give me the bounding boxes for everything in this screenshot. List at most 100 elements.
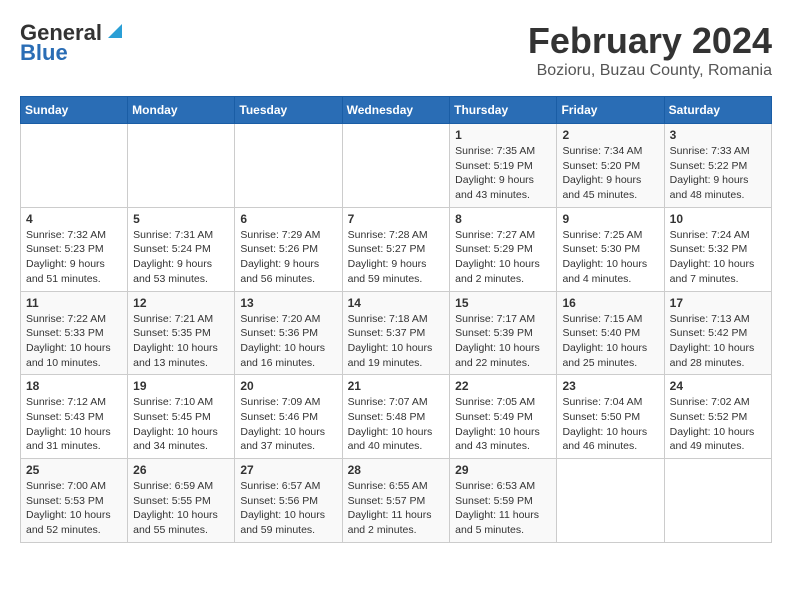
calendar-cell: 27 Sunrise: 6:57 AMSunset: 5:56 PMDayligh… xyxy=(235,459,342,543)
calendar-cell xyxy=(235,124,342,208)
calendar-cell: 17 Sunrise: 7:13 AMSunset: 5:42 PMDayligh… xyxy=(664,291,771,375)
calendar-week-row: 25 Sunrise: 7:00 AMSunset: 5:53 PMDayligh… xyxy=(21,459,772,543)
day-info: Sunrise: 7:09 AMSunset: 5:46 PMDaylight:… xyxy=(240,395,336,454)
calendar-cell: 29Sunrise: 6:53 AMSunset: 5:59 PMDayligh… xyxy=(450,459,557,543)
day-number: 25 xyxy=(26,463,122,477)
day-number: 15 xyxy=(455,296,551,310)
day-info: Sunrise: 7:29 AMSunset: 5:26 PMDaylight:… xyxy=(240,228,336,287)
day-number: 29 xyxy=(455,463,551,477)
calendar-cell xyxy=(21,124,128,208)
weekday-row: SundayMondayTuesdayWednesdayThursdayFrid… xyxy=(21,97,772,124)
day-number: 28 xyxy=(348,463,445,477)
day-number: 4 xyxy=(26,212,122,226)
day-number: 7 xyxy=(348,212,445,226)
day-info: Sunrise: 7:10 AMSunset: 5:45 PMDaylight:… xyxy=(133,395,229,454)
day-info: Sunrise: 7:22 AMSunset: 5:33 PMDaylight:… xyxy=(26,312,122,371)
calendar-cell: 12Sunrise: 7:21 AMSunset: 5:35 PMDayligh… xyxy=(128,291,235,375)
day-number: 2 xyxy=(562,128,658,142)
day-number: 14 xyxy=(348,296,445,310)
calendar-cell: 20 Sunrise: 7:09 AMSunset: 5:46 PMDayligh… xyxy=(235,375,342,459)
day-number: 1 xyxy=(455,128,551,142)
day-number: 13 xyxy=(240,296,336,310)
day-number: 23 xyxy=(562,379,658,393)
day-info: Sunrise: 7:07 AMSunset: 5:48 PMDaylight:… xyxy=(348,395,445,454)
weekday-header: Wednesday xyxy=(342,97,450,124)
calendar-cell: 6 Sunrise: 7:29 AMSunset: 5:26 PMDaylight… xyxy=(235,207,342,291)
day-number: 6 xyxy=(240,212,336,226)
day-info: Sunrise: 7:17 AMSunset: 5:39 PMDaylight:… xyxy=(455,312,551,371)
day-number: 19 xyxy=(133,379,229,393)
day-info: Sunrise: 7:27 AMSunset: 5:29 PMDaylight:… xyxy=(455,228,551,287)
day-info: Sunrise: 7:15 AMSunset: 5:40 PMDaylight:… xyxy=(562,312,658,371)
page-header: General Blue February 2024 Bozioru, Buza… xyxy=(20,20,772,80)
calendar-cell: 7 Sunrise: 7:28 AMSunset: 5:27 PMDaylight… xyxy=(342,207,450,291)
day-info: Sunrise: 7:34 AMSunset: 5:20 PMDaylight:… xyxy=(562,144,658,203)
calendar-week-row: 11 Sunrise: 7:22 AMSunset: 5:33 PMDayligh… xyxy=(21,291,772,375)
day-info: Sunrise: 7:04 AMSunset: 5:50 PMDaylight:… xyxy=(562,395,658,454)
day-number: 16 xyxy=(562,296,658,310)
day-number: 24 xyxy=(670,379,766,393)
calendar-cell: 18Sunrise: 7:12 AMSunset: 5:43 PMDayligh… xyxy=(21,375,128,459)
weekday-header: Saturday xyxy=(664,97,771,124)
calendar-cell: 10 Sunrise: 7:24 AMSunset: 5:32 PMDayligh… xyxy=(664,207,771,291)
day-number: 27 xyxy=(240,463,336,477)
day-number: 9 xyxy=(562,212,658,226)
day-info: Sunrise: 6:59 AMSunset: 5:55 PMDaylight:… xyxy=(133,479,229,538)
day-info: Sunrise: 7:05 AMSunset: 5:49 PMDaylight:… xyxy=(455,395,551,454)
logo-arrow-icon xyxy=(104,20,126,42)
day-info: Sunrise: 7:25 AMSunset: 5:30 PMDaylight:… xyxy=(562,228,658,287)
day-info: Sunrise: 7:24 AMSunset: 5:32 PMDaylight:… xyxy=(670,228,766,287)
calendar-cell: 11 Sunrise: 7:22 AMSunset: 5:33 PMDayligh… xyxy=(21,291,128,375)
day-info: Sunrise: 7:35 AMSunset: 5:19 PMDaylight:… xyxy=(455,144,551,203)
day-info: Sunrise: 7:18 AMSunset: 5:37 PMDaylight:… xyxy=(348,312,445,371)
day-number: 21 xyxy=(348,379,445,393)
day-info: Sunrise: 6:57 AMSunset: 5:56 PMDaylight:… xyxy=(240,479,336,538)
title-block: February 2024 Bozioru, Buzau County, Rom… xyxy=(528,20,772,80)
day-number: 10 xyxy=(670,212,766,226)
day-info: Sunrise: 7:13 AMSunset: 5:42 PMDaylight:… xyxy=(670,312,766,371)
calendar-cell: 25 Sunrise: 7:00 AMSunset: 5:53 PMDayligh… xyxy=(21,459,128,543)
calendar-cell: 8 Sunrise: 7:27 AMSunset: 5:29 PMDaylight… xyxy=(450,207,557,291)
day-info: Sunrise: 7:02 AMSunset: 5:52 PMDaylight:… xyxy=(670,395,766,454)
calendar-cell: 9 Sunrise: 7:25 AMSunset: 5:30 PMDaylight… xyxy=(557,207,664,291)
day-info: Sunrise: 6:55 AMSunset: 5:57 PMDaylight:… xyxy=(348,479,445,538)
logo-blue: Blue xyxy=(20,40,68,66)
day-number: 8 xyxy=(455,212,551,226)
calendar-cell: 19 Sunrise: 7:10 AMSunset: 5:45 PMDayligh… xyxy=(128,375,235,459)
calendar-week-row: 18Sunrise: 7:12 AMSunset: 5:43 PMDayligh… xyxy=(21,375,772,459)
day-info: Sunrise: 7:31 AMSunset: 5:24 PMDaylight:… xyxy=(133,228,229,287)
weekday-header: Thursday xyxy=(450,97,557,124)
day-number: 3 xyxy=(670,128,766,142)
day-number: 17 xyxy=(670,296,766,310)
calendar-header: SundayMondayTuesdayWednesdayThursdayFrid… xyxy=(21,97,772,124)
calendar-cell: 4 Sunrise: 7:32 AMSunset: 5:23 PMDaylight… xyxy=(21,207,128,291)
day-number: 12 xyxy=(133,296,229,310)
calendar-cell: 1 Sunrise: 7:35 AMSunset: 5:19 PMDaylight… xyxy=(450,124,557,208)
calendar-cell: 21 Sunrise: 7:07 AMSunset: 5:48 PMDayligh… xyxy=(342,375,450,459)
day-info: Sunrise: 7:28 AMSunset: 5:27 PMDaylight:… xyxy=(348,228,445,287)
calendar-cell: 13Sunrise: 7:20 AMSunset: 5:36 PMDayligh… xyxy=(235,291,342,375)
weekday-header: Monday xyxy=(128,97,235,124)
day-number: 26 xyxy=(133,463,229,477)
day-number: 11 xyxy=(26,296,122,310)
day-info: Sunrise: 7:00 AMSunset: 5:53 PMDaylight:… xyxy=(26,479,122,538)
calendar-cell: 24 Sunrise: 7:02 AMSunset: 5:52 PMDayligh… xyxy=(664,375,771,459)
calendar-body: 1 Sunrise: 7:35 AMSunset: 5:19 PMDaylight… xyxy=(21,124,772,543)
calendar-week-row: 1 Sunrise: 7:35 AMSunset: 5:19 PMDaylight… xyxy=(21,124,772,208)
calendar-cell: 14 Sunrise: 7:18 AMSunset: 5:37 PMDayligh… xyxy=(342,291,450,375)
calendar-cell: 15 Sunrise: 7:17 AMSunset: 5:39 PMDayligh… xyxy=(450,291,557,375)
weekday-header: Tuesday xyxy=(235,97,342,124)
calendar-cell: 23 Sunrise: 7:04 AMSunset: 5:50 PMDayligh… xyxy=(557,375,664,459)
calendar-cell: 16 Sunrise: 7:15 AMSunset: 5:40 PMDayligh… xyxy=(557,291,664,375)
calendar-cell: 28 Sunrise: 6:55 AMSunset: 5:57 PMDayligh… xyxy=(342,459,450,543)
day-number: 18 xyxy=(26,379,122,393)
calendar-cell: 5 Sunrise: 7:31 AMSunset: 5:24 PMDaylight… xyxy=(128,207,235,291)
day-info: Sunrise: 7:32 AMSunset: 5:23 PMDaylight:… xyxy=(26,228,122,287)
day-number: 5 xyxy=(133,212,229,226)
day-number: 20 xyxy=(240,379,336,393)
calendar-cell: 22 Sunrise: 7:05 AMSunset: 5:49 PMDayligh… xyxy=(450,375,557,459)
day-number: 22 xyxy=(455,379,551,393)
calendar-cell xyxy=(128,124,235,208)
calendar-cell: 2 Sunrise: 7:34 AMSunset: 5:20 PMDaylight… xyxy=(557,124,664,208)
calendar-cell xyxy=(557,459,664,543)
